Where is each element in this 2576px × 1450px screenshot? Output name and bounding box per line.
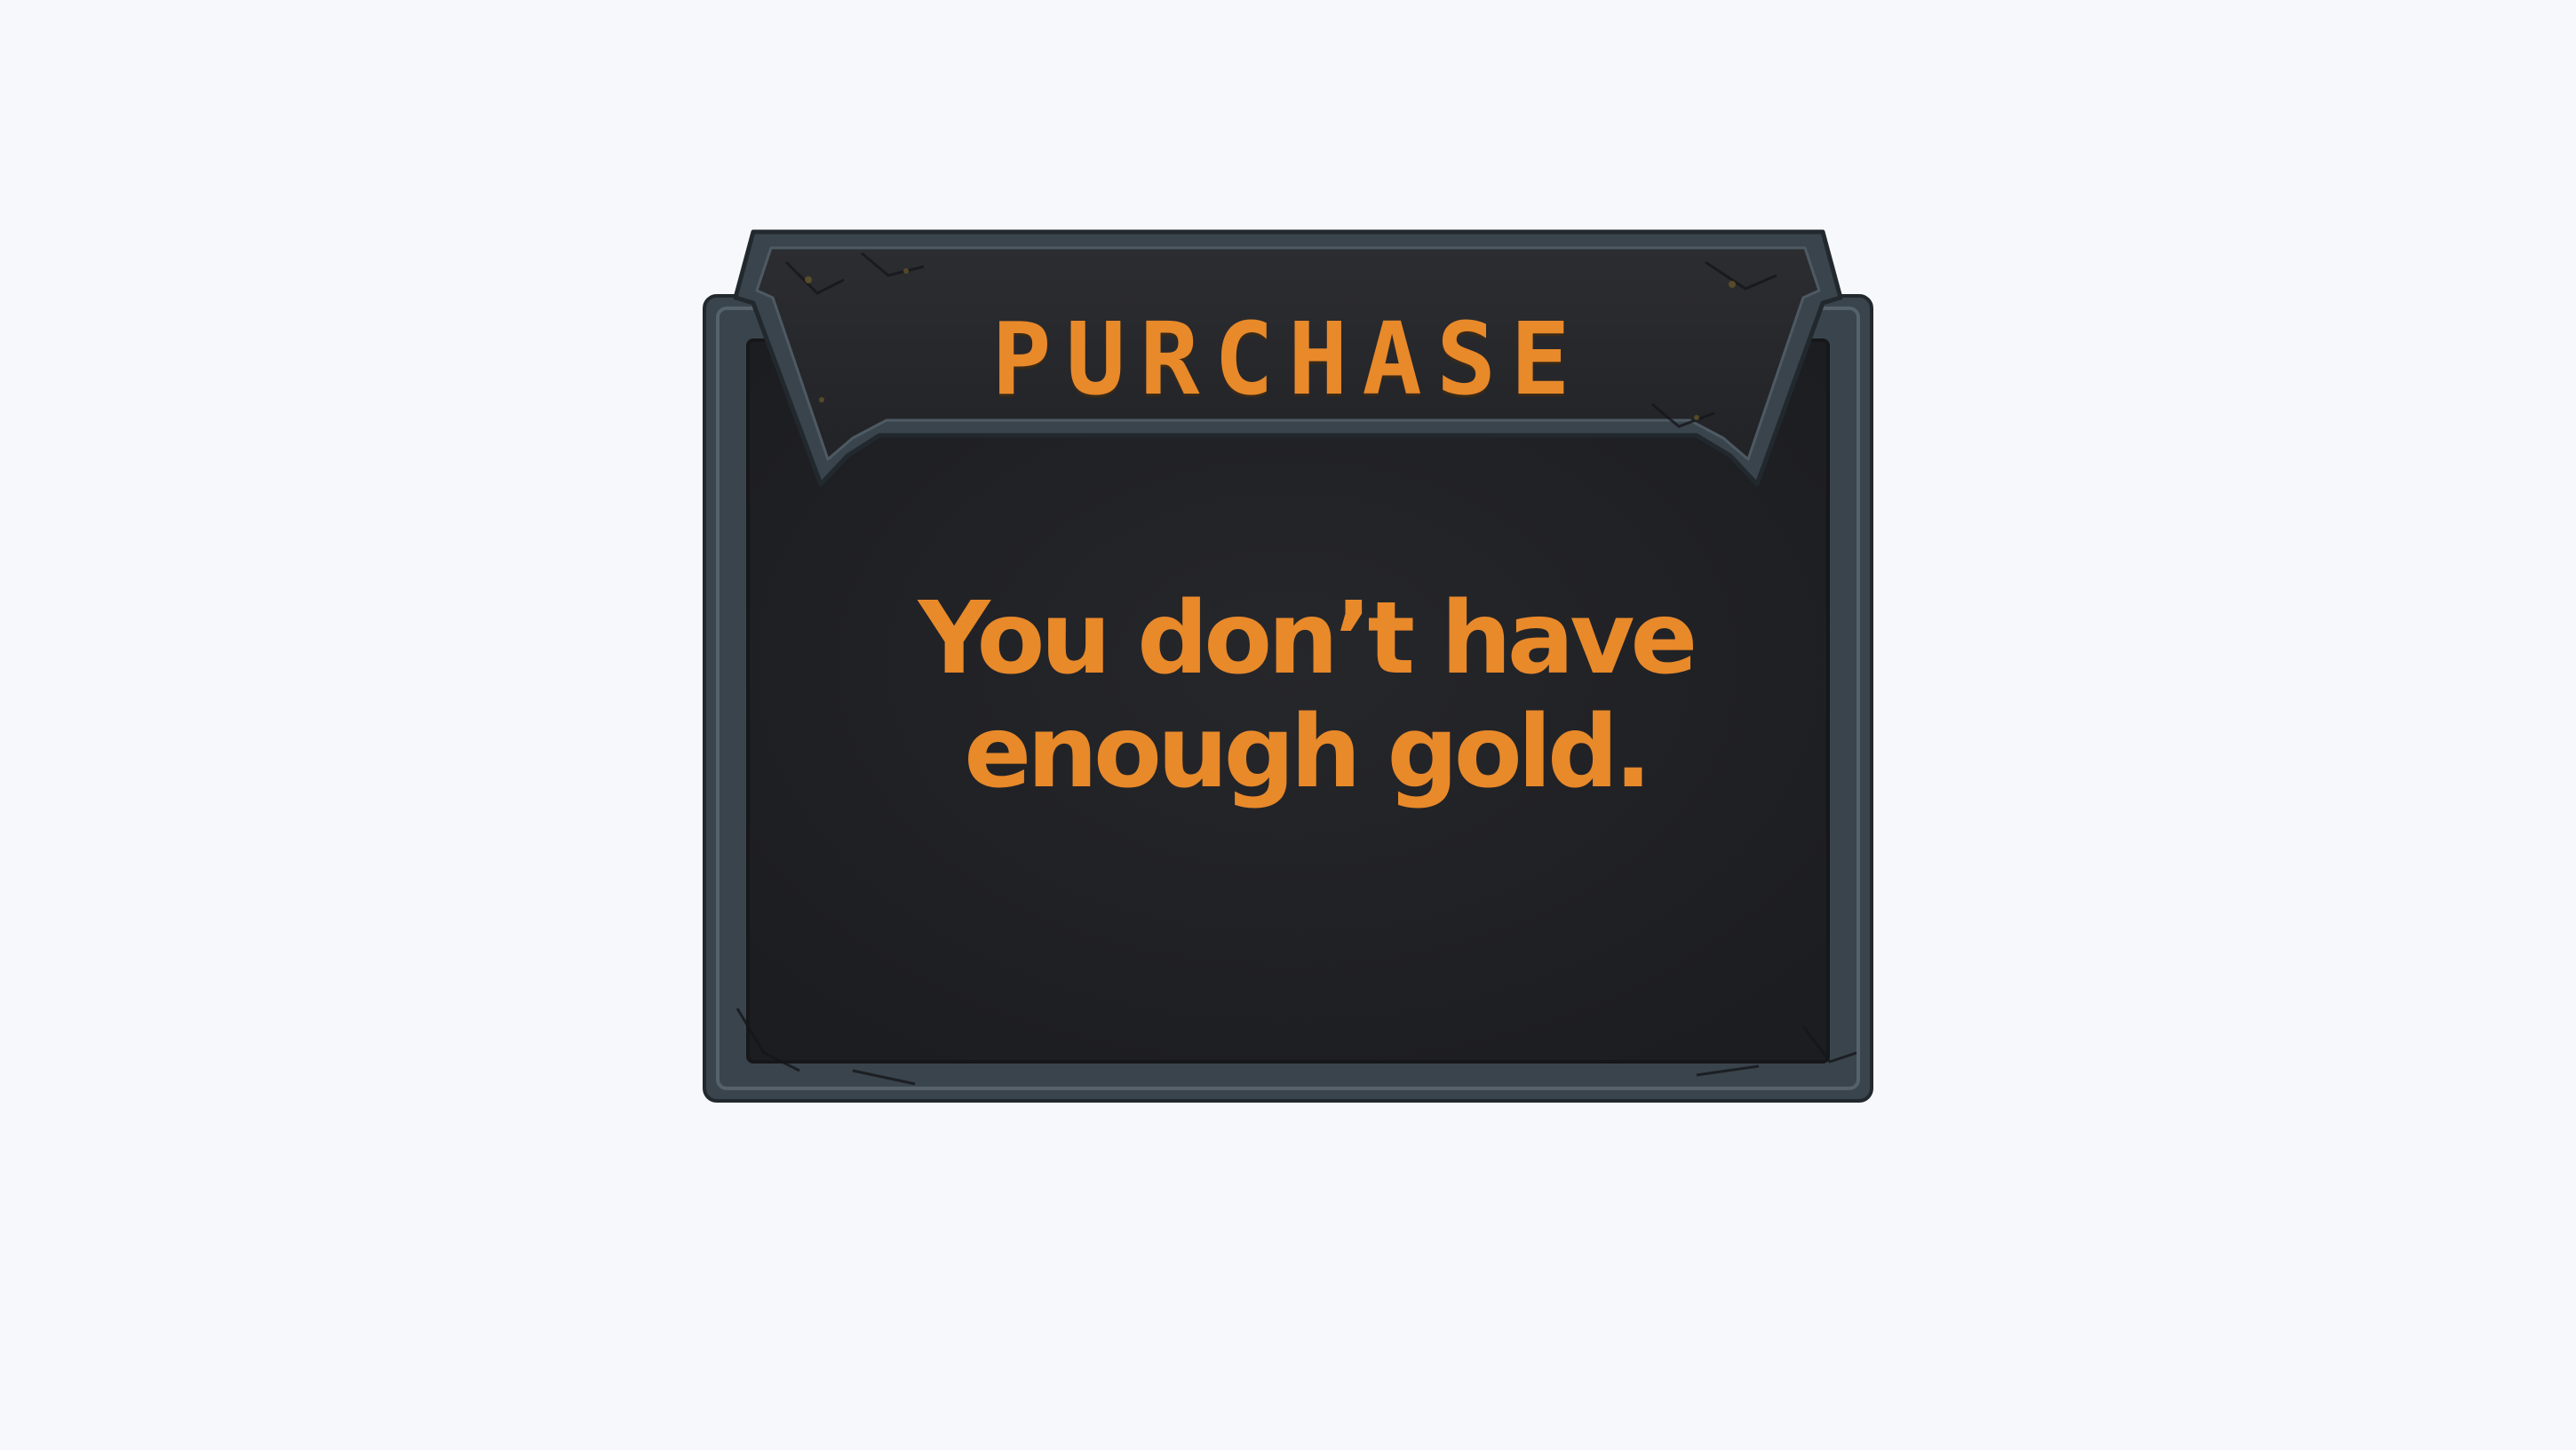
dialog-message: You don’t have enough gold. [918, 581, 1698, 810]
screen: PURCHASE You don’t have enough gold. [0, 0, 2576, 1450]
dialog-title: PURCHASE [991, 302, 1585, 418]
purchase-dialog: PURCHASE You don’t have enough gold. [702, 227, 1874, 1106]
